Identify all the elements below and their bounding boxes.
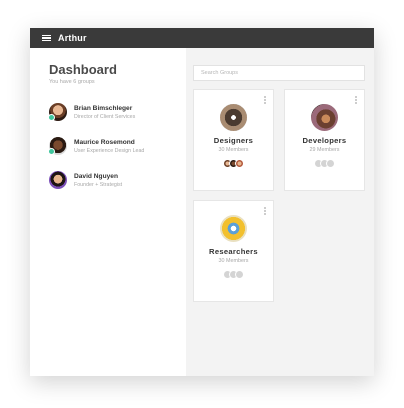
group-avatar: [220, 215, 247, 242]
main-panel: Designers 30 Members Developers 29 Membe…: [186, 48, 374, 376]
member-count: 29 Members: [309, 147, 340, 153]
group-grid: Designers 30 Members Developers 29 Membe…: [193, 89, 374, 302]
person-item[interactable]: Brian Bimschleger Director of Client Ser…: [48, 102, 186, 122]
avatar: [326, 159, 335, 168]
group-avatar: [220, 104, 247, 131]
sidebar: Dashboard You have 6 groups Brian Bimsch…: [30, 48, 186, 376]
member-count: 30 Members: [218, 147, 249, 153]
person-role: Founder + Strategist: [74, 181, 123, 188]
search-input[interactable]: [193, 65, 365, 81]
member-avatars: [194, 159, 273, 168]
online-status-icon: [48, 148, 55, 155]
group-name: Designers: [213, 136, 254, 145]
page-subtitle: You have 6 groups: [49, 79, 95, 85]
group-card-researchers[interactable]: Researchers 30 Members: [193, 200, 274, 302]
person-name: Maurice Rosemond: [74, 138, 135, 146]
avatar: [235, 159, 244, 168]
group-card-designers[interactable]: Designers 30 Members: [193, 89, 274, 191]
group-name: Developers: [302, 136, 347, 145]
online-status-icon: [48, 114, 55, 121]
group-name: Researchers: [209, 247, 258, 256]
person-name: David Nguyen: [74, 172, 118, 180]
member-avatars: [194, 270, 273, 279]
avatar: [235, 270, 244, 279]
app-title: Arthur: [58, 33, 87, 43]
kebab-menu-icon[interactable]: [264, 207, 267, 216]
member-avatars: [285, 159, 364, 168]
person-role: User Experience Design Lead: [74, 147, 145, 154]
content-area: Dashboard You have 6 groups Brian Bimsch…: [30, 48, 374, 376]
app-window: Arthur Dashboard You have 6 groups Brian…: [30, 28, 374, 376]
avatar: [48, 137, 67, 155]
kebab-menu-icon[interactable]: [264, 96, 267, 105]
avatar: [49, 171, 67, 189]
person-item[interactable]: Maurice Rosemond User Experience Design …: [48, 136, 186, 156]
person-name: Brian Bimschleger: [74, 104, 133, 112]
group-avatar: [311, 104, 338, 131]
hamburger-icon[interactable]: [42, 34, 51, 42]
member-count: 30 Members: [218, 258, 249, 264]
people-list: Brian Bimschleger Director of Client Ser…: [48, 102, 186, 190]
person-item[interactable]: David Nguyen Founder + Strategist: [49, 170, 186, 190]
avatar: [48, 103, 67, 121]
page-title: Dashboard: [49, 62, 117, 77]
top-bar: Arthur: [30, 28, 374, 48]
group-card-developers[interactable]: Developers 29 Members: [284, 89, 365, 191]
kebab-menu-icon[interactable]: [355, 96, 358, 105]
person-role: Director of Client Services: [74, 113, 136, 120]
